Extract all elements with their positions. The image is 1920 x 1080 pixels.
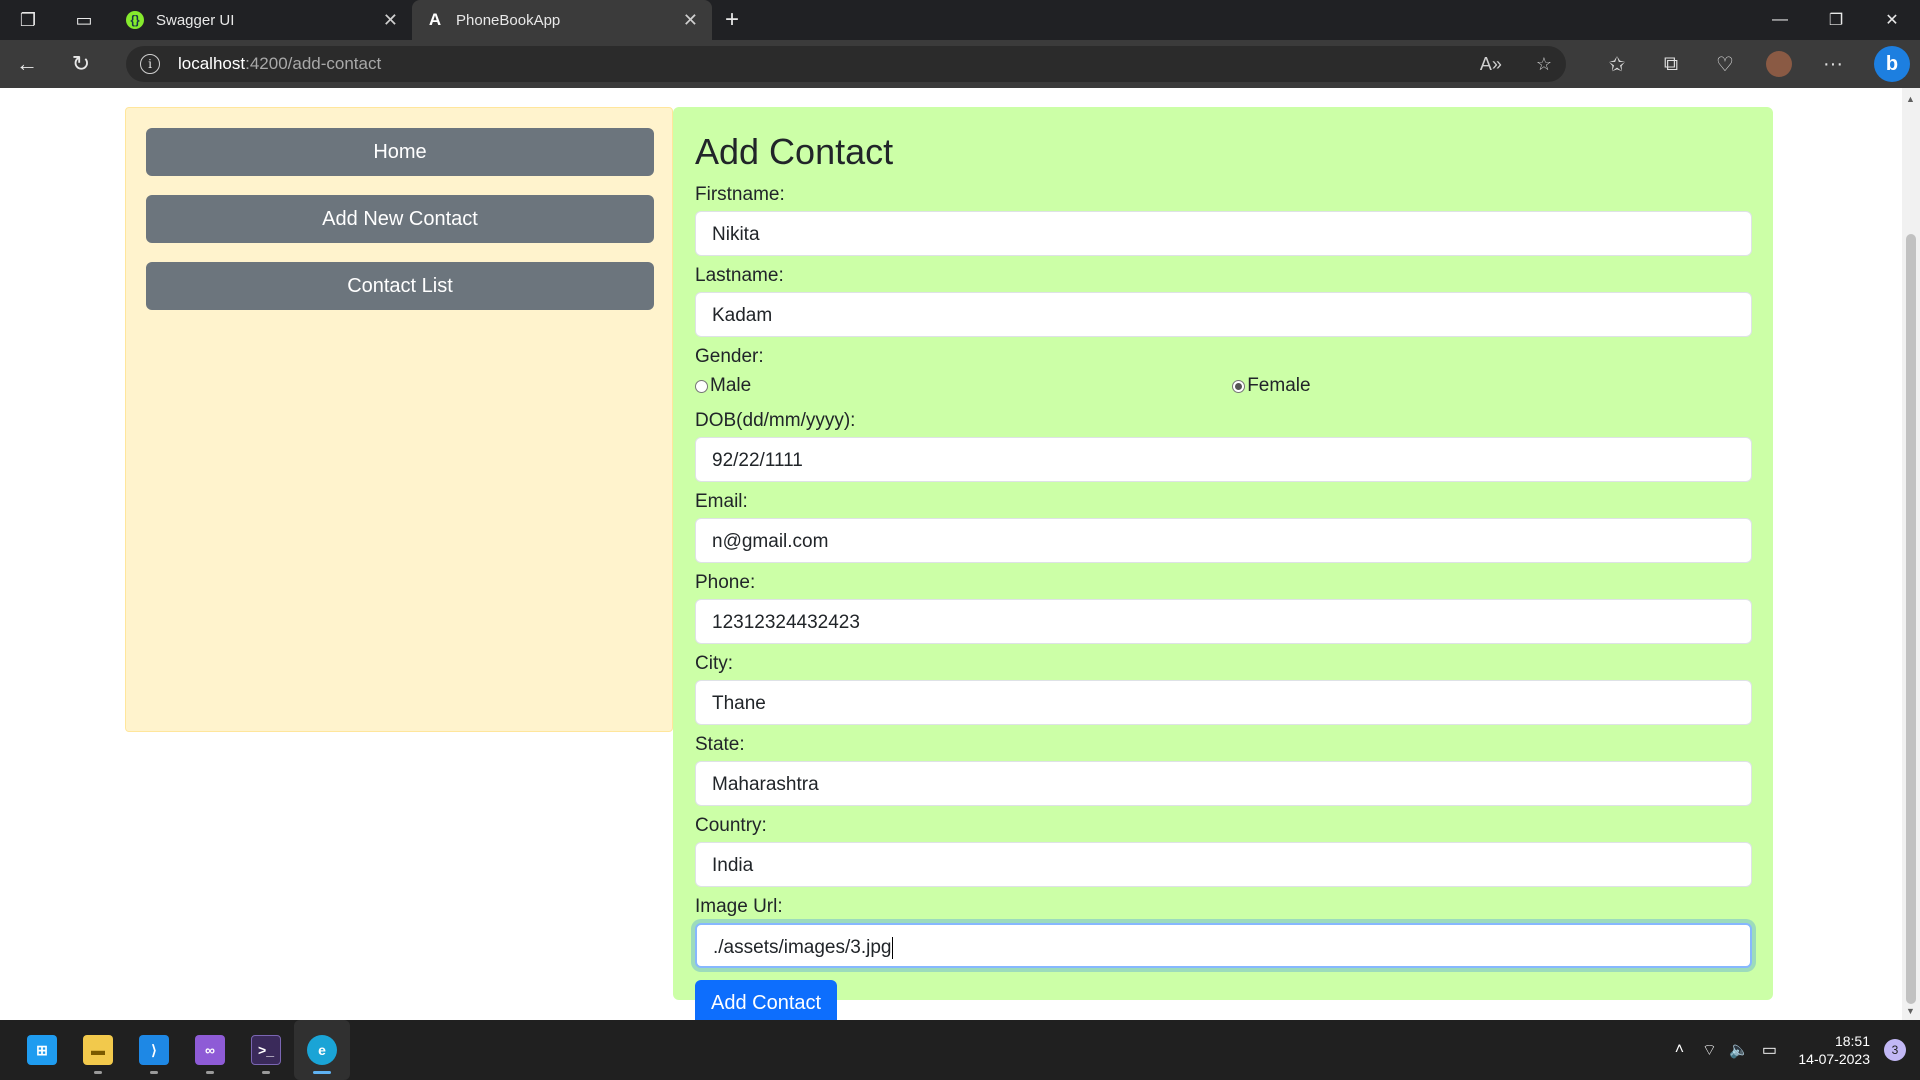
browser-essentials-icon[interactable]: ♡ (1698, 52, 1752, 77)
email-field[interactable]: n@gmail.com (695, 518, 1752, 563)
profile-avatar[interactable] (1766, 51, 1792, 77)
visual-studio-icon: ∞ (195, 1035, 225, 1065)
windows-taskbar: ⊞ ▬ ⟩ ∞ >_ e ˄ ⌔ 🔈 ▭ 18:51 14-07-2023 3 (0, 1020, 1920, 1080)
file-explorer-app[interactable]: ▬ (70, 1020, 126, 1080)
text-caret (892, 936, 894, 959)
country-field[interactable]: India (695, 842, 1752, 887)
vscode-icon: ⟩ (139, 1035, 169, 1065)
city-label: City: (695, 653, 733, 674)
angular-favicon-icon: A (428, 10, 442, 29)
scroll-up-icon[interactable]: ▲ (1906, 94, 1915, 104)
site-info-icon[interactable]: i (140, 54, 160, 74)
add-contact-form: Add Contact Firstname: Nikita Lastname: … (673, 107, 1773, 1026)
start-button[interactable]: ⊞ (14, 1020, 70, 1080)
male-radio[interactable] (695, 379, 708, 393)
city-field[interactable]: Thane (695, 680, 1752, 725)
url-field[interactable]: i localhost:4200/add-contact A» ☆ (126, 46, 1566, 82)
back-icon[interactable]: ← (0, 40, 54, 88)
gender-radio-group: Male Female (695, 369, 1751, 403)
favorite-star-icon[interactable]: ☆ (1536, 54, 1552, 75)
browser-tab-bar: ❐ ▭ {} Swagger UI ✕ A PhoneBookApp ✕ + —… (0, 0, 1920, 40)
wifi-icon[interactable]: ⌔ (1694, 1040, 1724, 1060)
gender-label: Gender: (695, 346, 764, 367)
favorites-icon[interactable]: ✩ (1590, 52, 1644, 77)
running-indicator (150, 1071, 158, 1074)
tab-swagger[interactable]: {} Swagger UI ✕ (112, 0, 412, 40)
home-button[interactable]: Home (146, 128, 654, 176)
restore-icon[interactable]: ❐ (1808, 0, 1864, 40)
volume-muted-icon[interactable]: 🔈 (1724, 1040, 1754, 1060)
clock-date: 14-07-2023 (1798, 1051, 1870, 1067)
add-new-contact-button[interactable]: Add New Contact (146, 195, 654, 243)
windows-logo-icon: ⊞ (27, 1035, 57, 1065)
close-window-icon[interactable]: ✕ (1864, 0, 1920, 40)
clock[interactable]: 18:51 14-07-2023 (1798, 1032, 1870, 1068)
male-radio-label: Male (710, 375, 752, 396)
running-indicator (206, 1071, 214, 1074)
new-tab-icon[interactable]: + (712, 0, 752, 40)
country-label: Country: (695, 815, 767, 836)
tab-actions-icon[interactable]: ▭ (56, 0, 112, 40)
firstname-field[interactable]: Nikita (695, 211, 1752, 256)
state-field[interactable]: Maharashtra (695, 761, 1752, 806)
read-aloud-icon[interactable]: A» (1480, 54, 1502, 75)
gender-option-male[interactable]: Male (695, 375, 751, 397)
image-url-field[interactable]: ./assets/images/3.jpg (695, 923, 1752, 968)
folder-icon: ▬ (83, 1035, 113, 1065)
gender-option-female[interactable]: Female (1232, 375, 1311, 397)
running-indicator (262, 1071, 270, 1074)
dob-field[interactable]: 92/22/1111 (695, 437, 1752, 482)
window-controls: — ❐ ✕ (1752, 0, 1920, 40)
page-title: Add Contact (695, 131, 894, 172)
phone-field[interactable]: 12312324432423 (695, 599, 1752, 644)
close-tab-icon[interactable]: ✕ (383, 10, 398, 31)
terminal-app[interactable]: >_ (238, 1020, 294, 1080)
vscode-app[interactable]: ⟩ (126, 1020, 182, 1080)
browser-address-bar: ← ↻ i localhost:4200/add-contact A» ☆ ✩ … (0, 40, 1920, 88)
notification-badge[interactable]: 3 (1884, 1039, 1906, 1061)
dob-label: DOB(dd/mm/yyyy): (695, 410, 856, 431)
workspaces-icon[interactable]: ❐ (0, 0, 56, 40)
chevron-up-icon[interactable]: ˄ (1664, 1041, 1694, 1059)
tab-title: PhoneBookApp (456, 11, 561, 29)
email-label: Email: (695, 491, 748, 512)
visual-studio-app[interactable]: ∞ (182, 1020, 238, 1080)
edge-icon: e (307, 1035, 337, 1065)
minimize-icon[interactable]: — (1752, 0, 1808, 40)
system-tray: ˄ ⌔ 🔈 ▭ 18:51 14-07-2023 3 (1664, 1020, 1920, 1080)
page-content: Home Add New Contact Contact List Add Co… (0, 88, 1920, 1026)
running-indicator (313, 1071, 331, 1074)
female-radio-label: Female (1247, 375, 1311, 396)
clock-time: 18:51 (1834, 1033, 1870, 1049)
url-host: localhost (178, 54, 246, 73)
phone-label: Phone: (695, 572, 756, 593)
swagger-favicon-icon: {} (126, 11, 144, 29)
tab-title: Swagger UI (156, 11, 235, 29)
battery-icon[interactable]: ▭ (1754, 1040, 1784, 1060)
tab-phonebook[interactable]: A PhoneBookApp ✕ (412, 0, 712, 40)
page-scrollbar[interactable]: ▲ ▼ (1902, 88, 1920, 1020)
copilot-icon[interactable]: b (1874, 46, 1910, 82)
more-menu-icon[interactable]: ··· (1806, 53, 1860, 76)
lastname-field[interactable]: Kadam (695, 292, 1752, 337)
collections-icon[interactable]: ⧉ (1644, 53, 1698, 76)
close-tab-icon[interactable]: ✕ (683, 10, 698, 31)
image-url-label: Image Url: (695, 896, 783, 917)
sidebar: Home Add New Contact Contact List (125, 107, 673, 732)
terminal-icon: >_ (251, 1035, 281, 1065)
female-radio[interactable] (1232, 379, 1246, 393)
url-path: :4200/add-contact (245, 54, 382, 73)
state-label: State: (695, 734, 745, 755)
firstname-label: Firstname: (695, 184, 785, 205)
lastname-label: Lastname: (695, 265, 784, 286)
refresh-icon[interactable]: ↻ (54, 40, 108, 88)
contact-list-button[interactable]: Contact List (146, 262, 654, 310)
image-url-value: ./assets/images/3.jpg (713, 937, 892, 958)
scrollbar-thumb[interactable] (1906, 234, 1916, 1004)
edge-app[interactable]: e (294, 1020, 350, 1080)
running-indicator (94, 1071, 102, 1074)
scroll-down-icon[interactable]: ▼ (1906, 1006, 1915, 1016)
